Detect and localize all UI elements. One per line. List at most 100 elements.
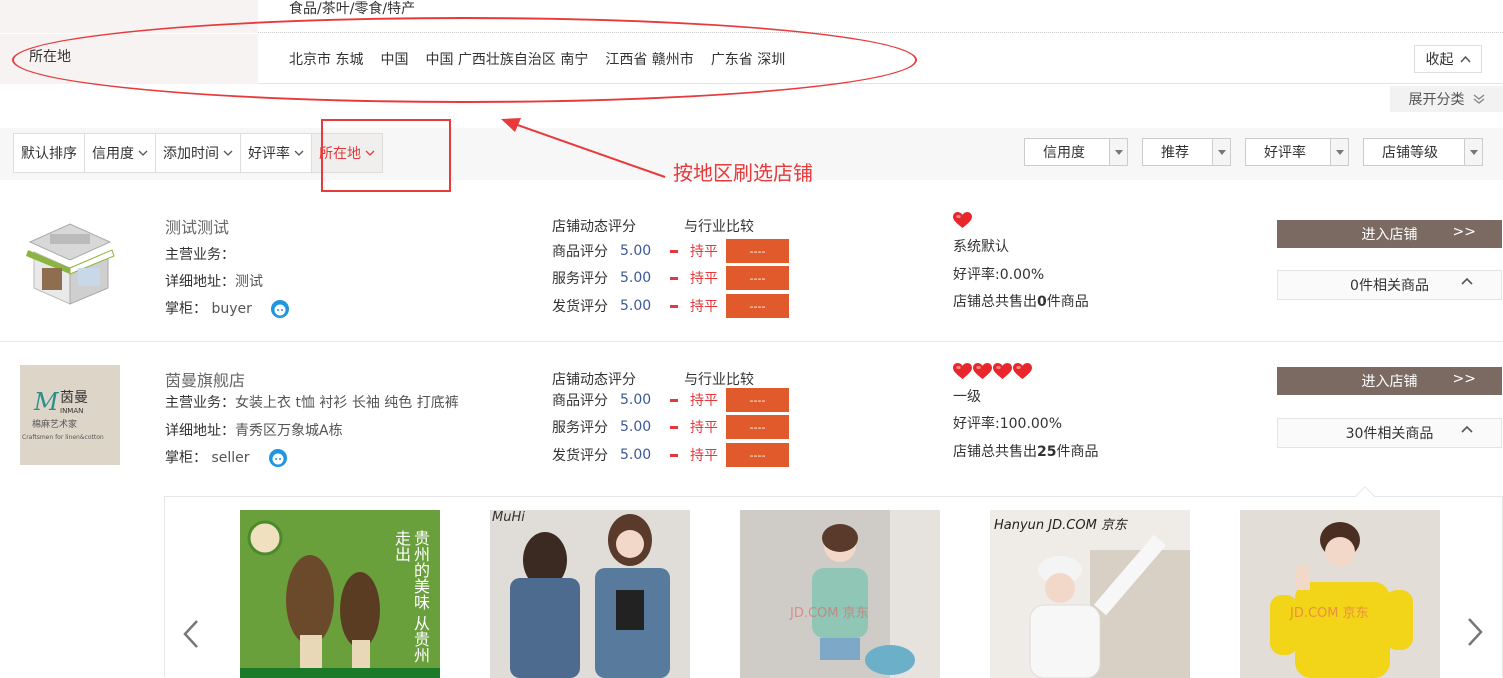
good-rate: 好评率:100.00% — [953, 416, 1063, 432]
shop-address: 详细地址：青秀区万象城A栋 — [165, 420, 343, 440]
annotation-text: 按地区刷选店铺 — [673, 161, 813, 185]
related-products-button[interactable]: 0件相关商品 — [1277, 270, 1502, 300]
shop-address: 详细地址：测试 — [165, 271, 263, 291]
sort-added-time[interactable]: 添加时间 — [156, 133, 241, 173]
collapse-label: 收起 — [1425, 52, 1454, 68]
shop-row: M 茵曼 INMAN 棉麻艺术家 Craftsmen for linen&cot… — [0, 343, 1503, 493]
product-thumbnail[interactable]: MuHi — [490, 510, 690, 678]
flat-dash — [670, 249, 678, 253]
dropdown-arrow — [1109, 139, 1127, 165]
sold-prefix: 店铺总共售出 — [953, 444, 1037, 460]
shop-logo[interactable] — [20, 212, 120, 312]
rating-row: 发货评分 5.00 持平 ---- — [552, 443, 789, 467]
caret-down-icon — [1217, 149, 1226, 155]
chevron-left-icon[interactable] — [183, 619, 199, 649]
enter-arrow: >> — [1452, 224, 1476, 240]
enter-shop-button[interactable]: 进入店铺 >> — [1277, 367, 1502, 395]
business-label: 主营业务： — [165, 247, 235, 263]
select-good-rate[interactable]: 好评率 — [1245, 138, 1349, 166]
rating-label: 服务评分 — [552, 271, 608, 287]
rating-score: 5.00 — [620, 447, 652, 463]
location-item[interactable]: 北京市 东城 — [289, 49, 363, 69]
address-label: 详细地址： — [165, 274, 235, 290]
caret-down-icon — [1469, 149, 1478, 155]
product-image-mint-jacket — [740, 510, 940, 678]
product-thumbnail[interactable]: JD.COM 京东 — [740, 510, 940, 678]
sort-location[interactable]: 所在地 — [312, 133, 383, 173]
product-caption: JD.COM 京东 — [790, 606, 869, 621]
related-products-carousel: 贵州的美味 从贵州走出 MuHi JD.COM 京东 Hanyun JD.COM… — [164, 486, 1503, 678]
product-caption: MuHi — [492, 510, 525, 525]
address-value: 青秀区万象城A栋 — [235, 423, 343, 439]
chevron-up-icon — [1461, 277, 1473, 285]
product-thumbnail[interactable]: Hanyun JD.COM 京东 — [990, 510, 1190, 678]
chevron-down-icon — [294, 150, 304, 156]
shop-owner: 掌柜： buyer — [165, 298, 290, 319]
enter-shop-button[interactable]: 进入店铺 >> — [1277, 220, 1502, 248]
sort-group: 默认排序 信用度 添加时间 好评率 所在地 — [13, 133, 383, 173]
shop-name[interactable]: 茵曼旗舰店 — [165, 367, 245, 391]
caret-down-icon — [1335, 149, 1344, 155]
logo-tag: Craftsmen for linen&cotton — [22, 434, 104, 441]
product-image-denim-jackets — [490, 510, 690, 678]
dropdown-arrow — [1330, 139, 1348, 165]
location-item[interactable]: 江西省 赣州市 — [605, 49, 693, 69]
chevron-down-icon — [365, 150, 375, 156]
sold-suffix: 件商品 — [1056, 444, 1099, 460]
product-caption: 贵州的美味 从贵州走出 — [392, 530, 430, 664]
rating-flat: 持平 — [690, 448, 718, 464]
product-thumbnail[interactable]: 贵州的美味 从贵州走出 — [240, 510, 440, 678]
location-item[interactable]: 中国 广西壮族自治区 南宁 — [425, 49, 588, 69]
logo-brand: 茵曼 — [60, 390, 88, 406]
rating-bar: ---- — [726, 266, 789, 290]
rating-flat: 持平 — [690, 299, 718, 315]
shop-logo[interactable]: M 茵曼 INMAN 棉麻艺术家 Craftsmen for linen&cot… — [20, 365, 120, 465]
rating-bar: ---- — [726, 294, 789, 318]
sold-prefix: 店铺总共售出 — [953, 294, 1037, 310]
double-chevron-down-icon — [1473, 94, 1484, 104]
rating-flat: 持平 — [690, 393, 718, 409]
sort-default[interactable]: 默认排序 — [13, 133, 85, 173]
flat-dash — [670, 453, 678, 457]
inman-logo-icon: M 茵曼 INMAN 棉麻艺术家 Craftsmen for linen&cot… — [20, 365, 120, 465]
shop-grade: 一级 — [953, 389, 981, 405]
owner-label: 掌柜： — [165, 301, 207, 317]
related-products-button[interactable]: 30件相关商品 — [1277, 418, 1502, 448]
select-credit[interactable]: 信用度 — [1024, 138, 1128, 166]
rating-label: 商品评分 — [552, 393, 608, 409]
location-item[interactable]: 中国 — [380, 49, 408, 69]
sort-label: 好评率 — [248, 146, 290, 162]
select-recommend[interactable]: 推荐 — [1142, 138, 1231, 166]
chevron-down-icon — [138, 150, 148, 156]
expand-categories-button[interactable]: 展开分类 — [1390, 86, 1503, 112]
category-values[interactable]: 食品/茶叶/零食/特产 — [289, 0, 415, 18]
address-label: 详细地址： — [165, 423, 235, 439]
related-label: 0件相关商品 — [1350, 278, 1429, 294]
credit-hearts — [953, 363, 1032, 384]
business-value: 女装上衣 t恤 衬衫 长袖 纯色 打底裤 — [235, 395, 459, 411]
product-thumbnail[interactable]: JD.COM 京东 — [1240, 510, 1440, 678]
sold-number: 0 — [1037, 294, 1047, 310]
select-label: 好评率 — [1264, 145, 1306, 161]
shop-business: 主营业务：女装上衣 t恤 衬衫 长袖 纯色 打底裤 — [165, 392, 459, 412]
select-label: 推荐 — [1161, 145, 1189, 161]
good-rate: 好评率:0.00% — [953, 267, 1045, 283]
compare-header: 与行业比较 — [684, 219, 754, 235]
chat-avatar-icon[interactable] — [270, 299, 290, 319]
select-shop-level[interactable]: 店铺等级 — [1363, 138, 1483, 166]
rating-flat: 持平 — [690, 271, 718, 287]
heart-icon — [993, 363, 1012, 384]
chat-avatar-icon[interactable] — [268, 448, 288, 468]
location-item[interactable]: 广东省 深圳 — [711, 49, 785, 69]
filter-selects: 信用度 推荐 好评率 店铺等级 — [1024, 138, 1483, 166]
rating-score: 5.00 — [620, 270, 652, 286]
heart-icon — [953, 363, 972, 384]
sort-good-rate[interactable]: 好评率 — [241, 133, 312, 173]
chevron-right-icon[interactable] — [1467, 617, 1483, 647]
collapse-button[interactable]: 收起 — [1414, 45, 1482, 73]
heart-icon — [953, 212, 972, 233]
sort-credit[interactable]: 信用度 — [85, 133, 156, 173]
business-label: 主营业务： — [165, 395, 235, 411]
shop-name[interactable]: 测试测试 — [165, 214, 229, 238]
rating-header: 店铺动态评分 — [552, 219, 636, 235]
